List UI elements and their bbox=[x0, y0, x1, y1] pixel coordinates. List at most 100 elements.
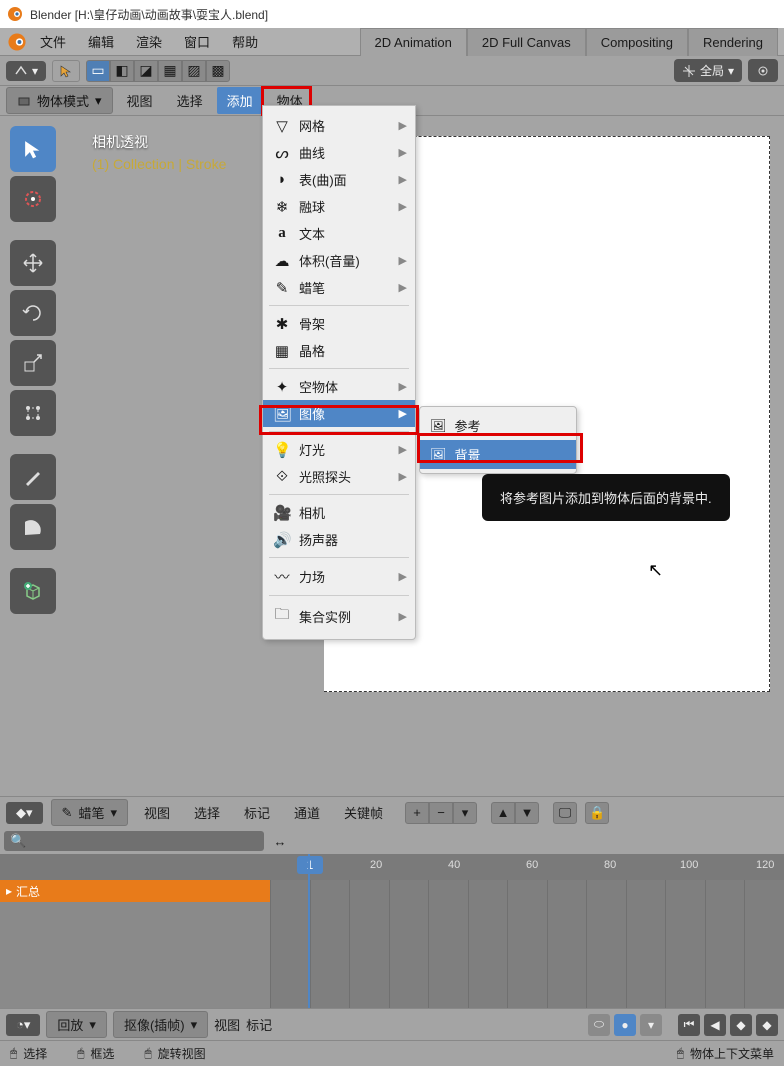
menu-edit[interactable]: 编辑 bbox=[78, 28, 124, 55]
ds-select[interactable]: 选择 bbox=[186, 799, 228, 826]
select-mode-add[interactable]: ◪ bbox=[134, 60, 158, 82]
curve-icon: ᔕ bbox=[273, 144, 291, 162]
chevron-right-icon: ▶ bbox=[399, 254, 407, 267]
viewport-overlay-text: 相机透视 (1) Collection | Stroke bbox=[92, 132, 226, 172]
select-mode-and[interactable]: ▩ bbox=[206, 60, 230, 82]
add-light[interactable]: 💡灯光▶ bbox=[263, 436, 415, 463]
playback-popover[interactable]: 回放 ▾ bbox=[46, 1011, 107, 1038]
pb-view[interactable]: 视图 bbox=[214, 1015, 240, 1034]
pivot-dropdown[interactable] bbox=[748, 59, 778, 82]
status-rotate: 🖱旋转视图 bbox=[144, 1045, 205, 1062]
add-surface[interactable]: ◗表(曲)面▶ bbox=[263, 166, 415, 193]
add-text[interactable]: a文本 bbox=[263, 220, 415, 247]
select-mode-box[interactable]: ◧ bbox=[110, 60, 134, 82]
autokey-mode[interactable]: ● bbox=[614, 1014, 636, 1036]
tool-scale[interactable] bbox=[10, 340, 56, 386]
ds-keyframe[interactable]: 关键帧 bbox=[336, 799, 391, 826]
autokey-dropdown[interactable]: ▾ bbox=[640, 1014, 662, 1036]
chevron-right-icon: ▶ bbox=[399, 281, 407, 294]
tick: 40 bbox=[448, 859, 460, 871]
add-image[interactable]: 🖼图像▶ bbox=[263, 400, 415, 427]
header-select[interactable]: 选择 bbox=[167, 87, 213, 114]
tab-2d-full-canvas[interactable]: 2D Full Canvas bbox=[467, 28, 586, 56]
ds-ghost-button[interactable]: 🖵 bbox=[553, 802, 577, 824]
add-volume[interactable]: ☁体积(音量)▶ bbox=[263, 247, 415, 274]
tracks-area[interactable] bbox=[270, 880, 784, 1008]
frame-ruler[interactable]: 1 20 40 60 80 100 120 bbox=[0, 854, 784, 880]
tool-select[interactable] bbox=[10, 126, 56, 172]
ds-marker[interactable]: 标记 bbox=[236, 799, 278, 826]
mode-dropdown[interactable]: 物体模式 ▾ bbox=[6, 87, 113, 114]
tool-annotate[interactable] bbox=[10, 454, 56, 500]
tab-compositing[interactable]: Compositing bbox=[586, 28, 688, 56]
add-gpencil[interactable]: ✎蜡笔▶ bbox=[263, 274, 415, 301]
add-speaker[interactable]: 🔊扬声器 bbox=[263, 526, 415, 553]
ds-plus-button[interactable]: + bbox=[405, 802, 429, 824]
speaker-icon: 🔊 bbox=[273, 531, 291, 549]
select-mode-xor[interactable]: ▨ bbox=[182, 60, 206, 82]
add-forcefield[interactable]: 〰力场▶ bbox=[263, 562, 415, 591]
tab-rendering[interactable]: Rendering bbox=[688, 28, 778, 56]
ds-down-button[interactable]: ▼ bbox=[515, 802, 539, 824]
image-background[interactable]: 🖼背景 bbox=[420, 440, 576, 469]
menu-file[interactable]: 文件 bbox=[30, 28, 76, 55]
dopesheet-mode[interactable]: ✎ 蜡笔 ▾ bbox=[51, 799, 128, 826]
header-add[interactable]: 添加 bbox=[217, 87, 263, 114]
tab-2d-animation[interactable]: 2D Animation bbox=[360, 28, 467, 56]
ds-lock-button[interactable]: 🔒 bbox=[585, 802, 609, 824]
menu-render[interactable]: 渲染 bbox=[126, 28, 172, 55]
surface-icon: ◗ bbox=[273, 171, 291, 188]
add-armature[interactable]: ✱骨架 bbox=[263, 310, 415, 337]
play-rev-button[interactable]: ◆ bbox=[730, 1014, 752, 1036]
ds-channel[interactable]: 通道 bbox=[286, 799, 328, 826]
ds-view[interactable]: 视图 bbox=[136, 799, 178, 826]
image-reference[interactable]: 🖼参考 bbox=[420, 411, 576, 440]
menu-separator bbox=[269, 494, 409, 495]
playback-bar: ◔▾ 回放 ▾ 抠像(插帧) ▾ 视图 标记 ⬭ ● ▾ ⏮ ◀ ◆ ◆ bbox=[0, 1008, 784, 1040]
add-metaball[interactable]: ❄融球▶ bbox=[263, 193, 415, 220]
menu-window[interactable]: 窗口 bbox=[174, 28, 220, 55]
tool-rotate[interactable] bbox=[10, 290, 56, 336]
top-menu: 文件 编辑 渲染 窗口 帮助 2D Animation 2D Full Canv… bbox=[0, 28, 784, 56]
orientation-dropdown[interactable]: 全局 ▾ bbox=[674, 59, 742, 82]
current-frame-indicator[interactable]: 1 bbox=[297, 856, 323, 874]
pb-marker[interactable]: 标记 bbox=[246, 1015, 272, 1034]
ds-minus-button[interactable]: − bbox=[429, 802, 453, 824]
editor-type-dropdown[interactable]: ◆▾ bbox=[6, 802, 43, 824]
menu-help[interactable]: 帮助 bbox=[222, 28, 268, 55]
playhead[interactable] bbox=[308, 854, 310, 1008]
prev-key-button[interactable]: ◀ bbox=[704, 1014, 726, 1036]
add-camera[interactable]: 🎥相机 bbox=[263, 499, 415, 526]
image-submenu: 🖼参考 🖼背景 bbox=[419, 406, 577, 474]
add-collection-instance[interactable]: 🗀集合实例▶ bbox=[263, 600, 415, 633]
tool-move[interactable] bbox=[10, 240, 56, 286]
tool-measure[interactable] bbox=[10, 504, 56, 550]
dopesheet-body[interactable]: 🔍 ↔ 1 20 40 60 80 100 120 ▸ 汇总 bbox=[0, 828, 784, 1008]
ds-dropdown-button[interactable]: ▾ bbox=[453, 802, 477, 824]
status-box: 🖱框选 bbox=[77, 1045, 114, 1062]
select-mode-sub[interactable]: ▦ bbox=[158, 60, 182, 82]
add-lattice[interactable]: ▦晶格 bbox=[263, 337, 415, 364]
channel-search[interactable]: 🔍 bbox=[4, 831, 264, 851]
summary-channel[interactable]: ▸ 汇总 bbox=[0, 880, 270, 902]
add-empty[interactable]: ✦空物体▶ bbox=[263, 373, 415, 400]
keying-popover[interactable]: 抠像(插帧) ▾ bbox=[113, 1011, 208, 1038]
tool-settings-dropdown[interactable]: ▾ bbox=[6, 61, 46, 81]
timeline-editor-dropdown[interactable]: ◔▾ bbox=[6, 1014, 40, 1036]
drag-handle-icon[interactable]: ↔ bbox=[268, 834, 292, 849]
autokey-toggle[interactable]: ⬭ bbox=[588, 1014, 610, 1036]
add-lightprobe[interactable]: ⟐光照探头▶ bbox=[263, 463, 415, 490]
header-view[interactable]: 视图 bbox=[117, 87, 163, 114]
add-mesh[interactable]: ▽网格▶ bbox=[263, 112, 415, 139]
viewport[interactable]: 相机透视 (1) Collection | Stroke ▽网格▶ ᔕ曲线▶ ◗… bbox=[0, 116, 784, 796]
tool-transform[interactable] bbox=[10, 390, 56, 436]
titlebar: Blender [H:\皇仔动画\动画故事\耍宝人.blend] bbox=[0, 0, 784, 28]
tool-add-primitive[interactable] bbox=[10, 568, 56, 614]
ds-up-button[interactable]: ▲ bbox=[491, 802, 515, 824]
select-mode-tweak[interactable]: ▭ bbox=[86, 60, 110, 82]
add-curve[interactable]: ᔕ曲线▶ bbox=[263, 139, 415, 166]
tool-cursor[interactable] bbox=[10, 176, 56, 222]
cursor-tool-icon[interactable] bbox=[52, 60, 80, 82]
jump-start-button[interactable]: ⏮ bbox=[678, 1014, 700, 1036]
play-button[interactable]: ◆ bbox=[756, 1014, 778, 1036]
